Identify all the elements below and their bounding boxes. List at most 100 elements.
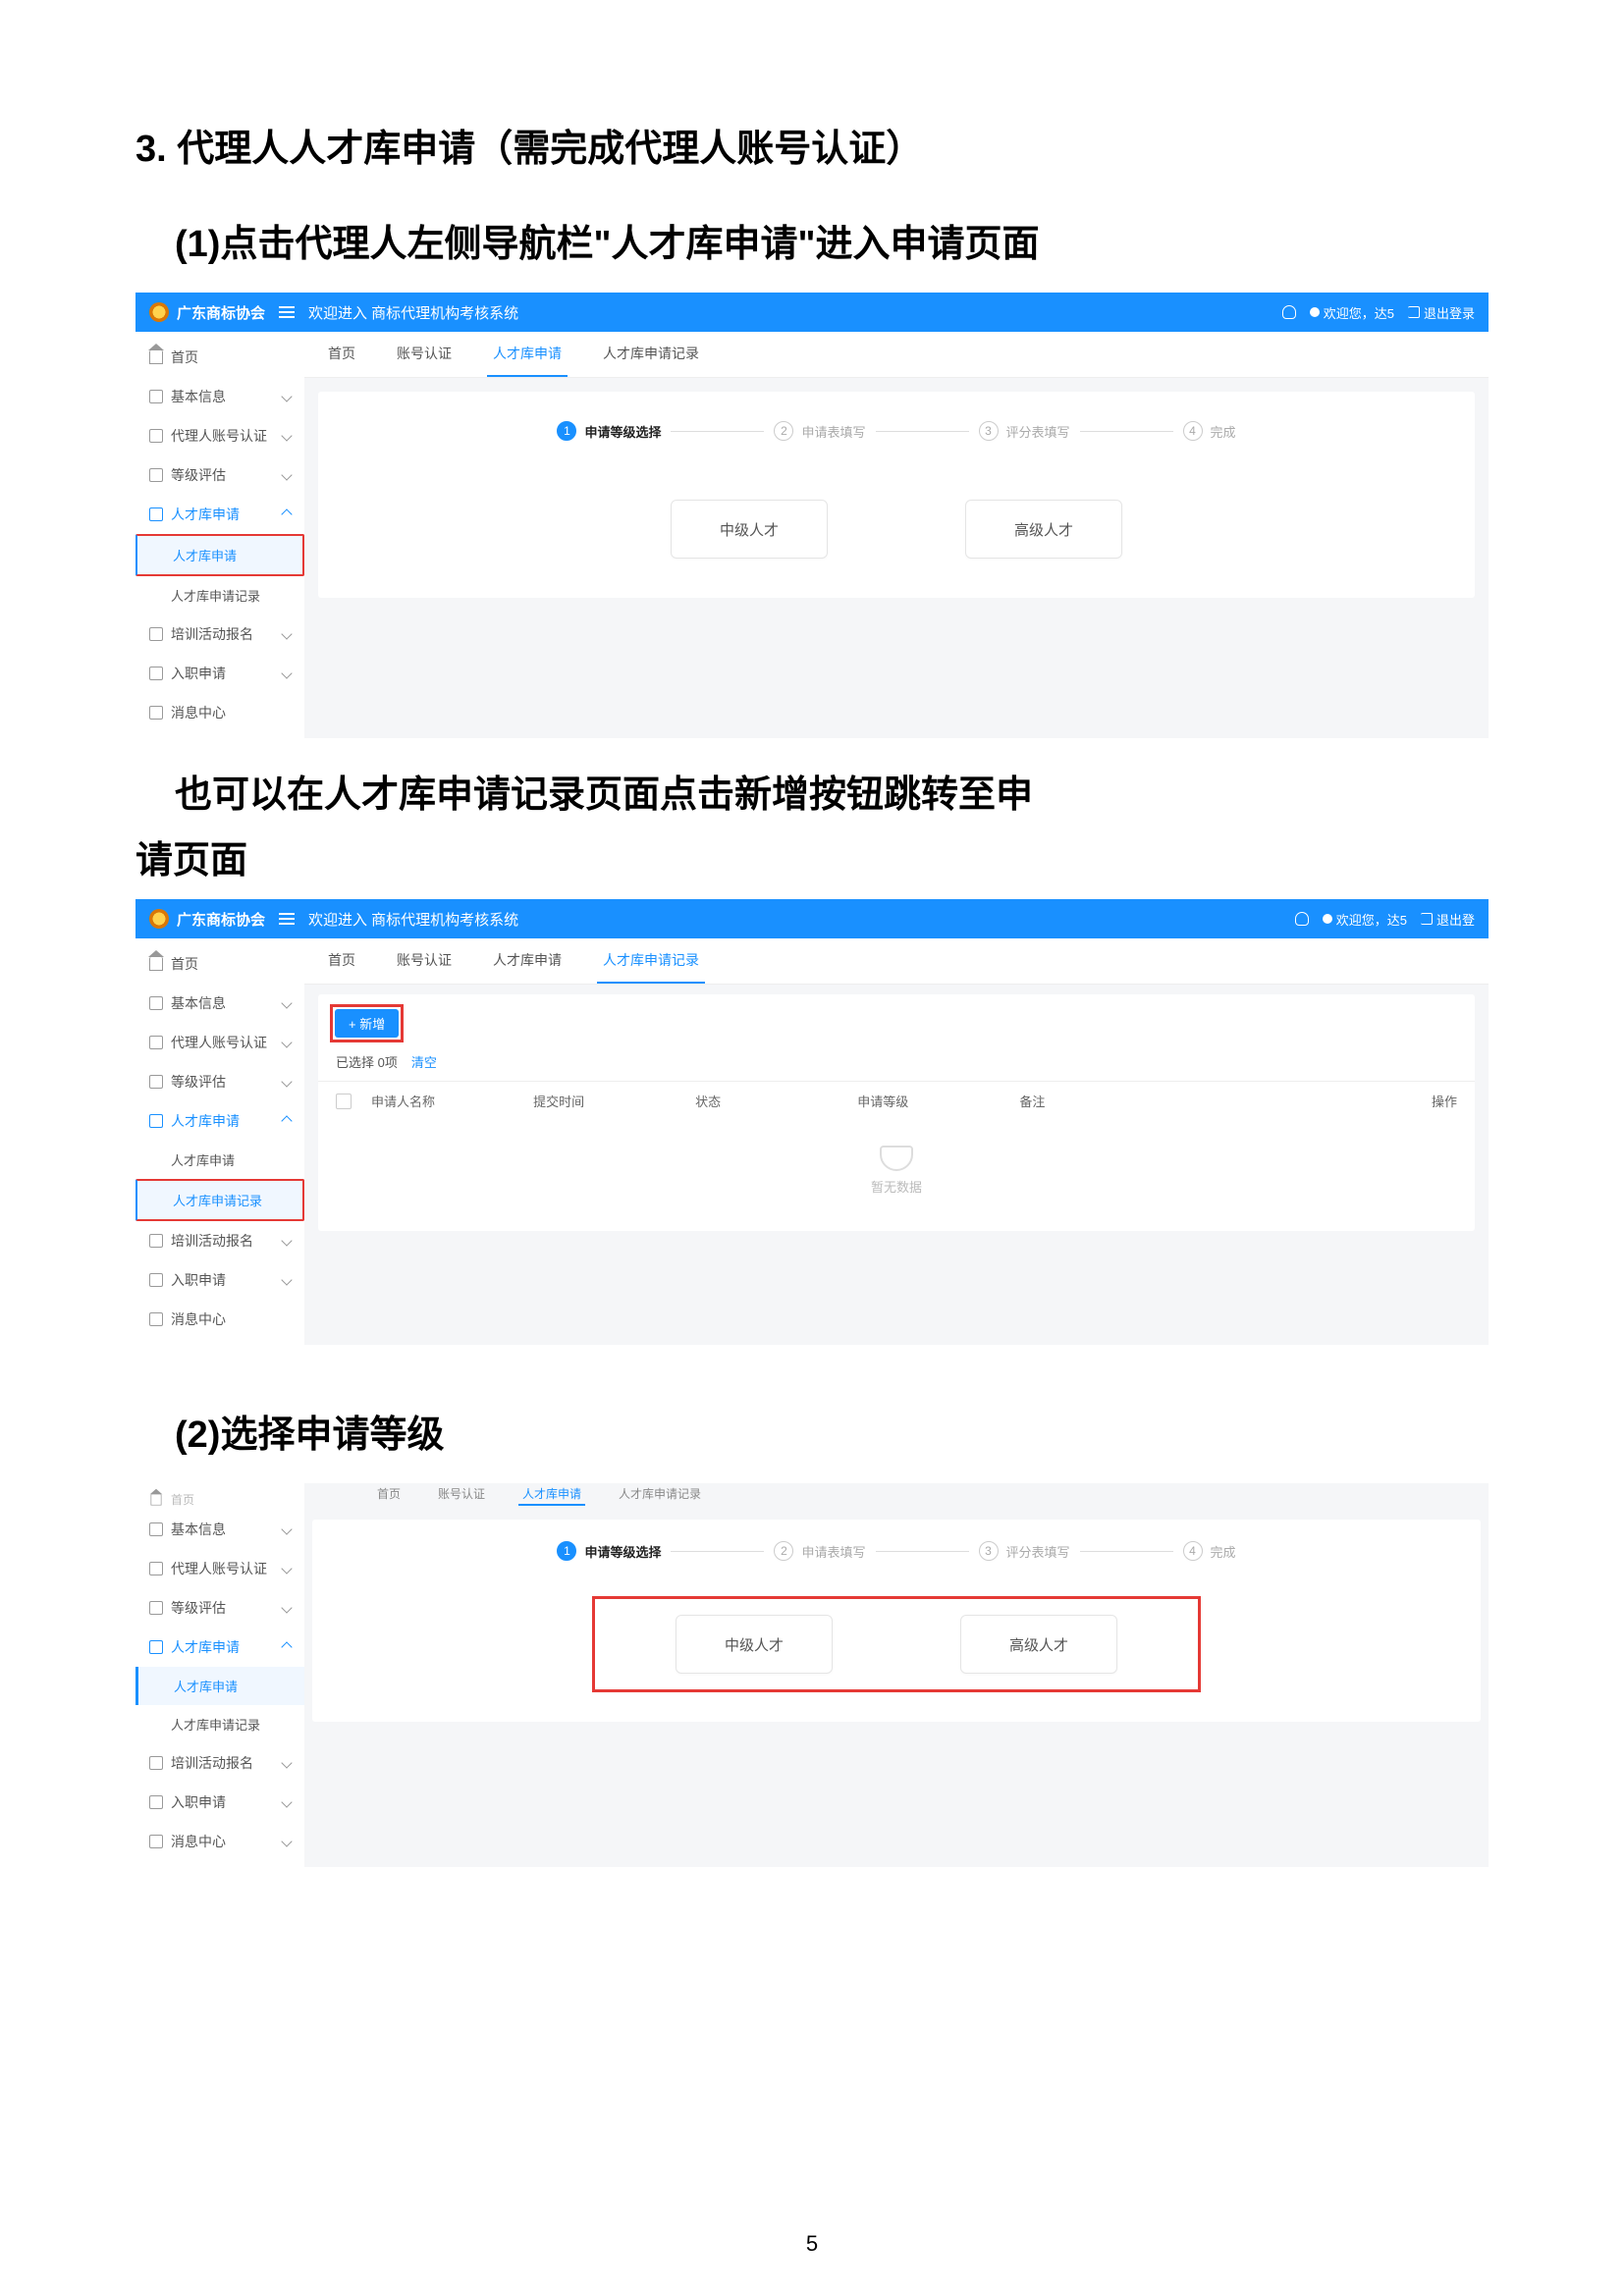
step-4: 4完成 — [1183, 1541, 1236, 1561]
screenshot-2: 广东商标协会 欢迎进入 商标代理机构考核系统 欢迎您，达5 退出登 首页 基本信… — [135, 899, 1489, 1345]
chevron-down-icon — [281, 1274, 292, 1285]
onboard-icon — [149, 667, 163, 680]
step-4: 4完成 — [1183, 421, 1236, 441]
sidebar-item-onboard[interactable]: 入职申请 — [135, 654, 304, 693]
tab-talent-records[interactable]: 人才库申请记录 — [615, 1483, 705, 1506]
sidebar-item-talent[interactable]: 人才库申请 — [135, 495, 304, 534]
tab-talent-apply[interactable]: 人才库申请 — [518, 1483, 585, 1506]
tab-home[interactable]: 首页 — [373, 1483, 405, 1506]
main-area: 首页 账号认证 人才库申请 人才库申请记录 1申请等级选择 2申请表填写 3评分… — [304, 332, 1489, 738]
training-icon — [149, 1756, 163, 1770]
brand-name: 广东商标协会 — [177, 909, 265, 930]
sidebar-item-training[interactable]: 培训活动报名 — [135, 1221, 304, 1260]
user-greeting: 欢迎您，达5 — [1310, 303, 1394, 322]
id-icon — [149, 1562, 163, 1575]
level-options: 中级人才 高级人才 — [328, 480, 1465, 578]
tab-home[interactable]: 首页 — [322, 332, 361, 377]
home-icon — [149, 350, 163, 364]
sidebar-item-messages[interactable]: 消息中心 — [135, 1300, 304, 1339]
step-connector — [1080, 1551, 1173, 1552]
col-status: 状态 — [695, 1092, 857, 1110]
chevron-down-icon — [281, 1602, 292, 1613]
sidebar-item-onboard[interactable]: 入职申请 — [135, 1783, 304, 1822]
message-icon — [149, 1835, 163, 1848]
badge-icon — [149, 468, 163, 482]
chevron-down-icon — [281, 1796, 292, 1807]
menu-toggle-icon[interactable] — [279, 913, 295, 925]
bell-icon[interactable] — [1282, 305, 1296, 319]
sidebar-item-auth[interactable]: 代理人账号认证 — [135, 416, 304, 455]
id-icon — [149, 1036, 163, 1049]
sidebar-sub-talent-apply[interactable]: 人才库申请 — [135, 1667, 304, 1705]
chevron-down-icon — [281, 1836, 292, 1846]
talent-icon — [149, 1640, 163, 1654]
sidebar-sub-talent-records[interactable]: 人才库申请记录 — [135, 1705, 304, 1743]
brand-logo-icon — [149, 909, 169, 929]
sidebar-item-home[interactable]: 首页 — [135, 1489, 304, 1510]
sidebar-sub-talent-records[interactable]: 人才库申请记录 — [135, 1179, 304, 1221]
selected-count: 已选择 0项 — [336, 1052, 398, 1071]
empty-text: 暂无数据 — [318, 1177, 1475, 1196]
sidebar-item-home[interactable]: 首页 — [135, 338, 304, 377]
select-all-checkbox[interactable] — [336, 1094, 352, 1109]
tab-home[interactable]: 首页 — [322, 938, 361, 984]
table-header: 申请人名称 提交时间 状态 申请等级 备注 操作 — [318, 1081, 1475, 1120]
option-high-level[interactable]: 高级人才 — [965, 500, 1122, 559]
app-topbar: 广东商标协会 欢迎进入 商标代理机构考核系统 欢迎您，达5 退出登 — [135, 899, 1489, 938]
sidebar-item-grade[interactable]: 等级评估 — [135, 1062, 304, 1101]
col-level: 申请等级 — [857, 1092, 1019, 1110]
sidebar-item-basic[interactable]: 基本信息 — [135, 377, 304, 416]
col-submit-time: 提交时间 — [533, 1092, 695, 1110]
sidebar-item-messages[interactable]: 消息中心 — [135, 693, 304, 732]
app-topbar: 广东商标协会 欢迎进入 商标代理机构考核系统 欢迎您，达5 退出登录 — [135, 293, 1489, 332]
sidebar-item-home[interactable]: 首页 — [135, 944, 304, 984]
col-remark: 备注 — [1019, 1092, 1343, 1110]
tab-auth[interactable]: 账号认证 — [434, 1483, 489, 1506]
chevron-down-icon — [281, 469, 292, 480]
sidebar-sub-talent-apply[interactable]: 人才库申请 — [135, 534, 304, 576]
brand-logo-icon — [149, 302, 169, 322]
tab-auth[interactable]: 账号认证 — [391, 938, 458, 984]
menu-toggle-icon[interactable] — [279, 306, 295, 318]
sidebar-sub-talent-apply[interactable]: 人才库申请 — [135, 1141, 304, 1179]
tab-talent-apply[interactable]: 人才库申请 — [487, 332, 568, 377]
tab-bar: 首页 账号认证 人才库申请 人才库申请记录 — [304, 1483, 1489, 1512]
tab-talent-records[interactable]: 人才库申请记录 — [597, 332, 705, 377]
sidebar-item-onboard[interactable]: 入职申请 — [135, 1260, 304, 1300]
option-high-level[interactable]: 高级人才 — [960, 1615, 1117, 1674]
new-record-button[interactable]: + 新增 — [335, 1009, 399, 1038]
option-mid-level[interactable]: 中级人才 — [671, 500, 828, 559]
sidebar-item-grade[interactable]: 等级评估 — [135, 1588, 304, 1628]
sidebar: 首页 基本信息 代理人账号认证 等级评估 人才库申请 人才库申请 人才库申请记录… — [135, 1483, 304, 1867]
step-1: 1申请等级选择 — [557, 421, 661, 441]
chevron-down-icon — [281, 1563, 292, 1574]
sidebar-item-talent[interactable]: 人才库申请 — [135, 1101, 304, 1141]
sidebar-item-grade[interactable]: 等级评估 — [135, 455, 304, 495]
sidebar-item-basic[interactable]: 基本信息 — [135, 1510, 304, 1549]
step-heading-1: (1)点击代理人左侧导航栏"人才库申请"进入申请页面 — [175, 213, 1489, 267]
screenshot-1: 广东商标协会 欢迎进入 商标代理机构考核系统 欢迎您，达5 退出登录 首页 基本… — [135, 293, 1489, 738]
avatar-icon — [1310, 307, 1320, 317]
chevron-down-icon — [281, 1037, 292, 1047]
badge-icon — [149, 1601, 163, 1615]
bell-icon[interactable] — [1295, 912, 1309, 926]
sidebar-item-auth[interactable]: 代理人账号认证 — [135, 1023, 304, 1062]
training-icon — [149, 1234, 163, 1248]
highlight-level-options: 中级人才 高级人才 — [592, 1596, 1201, 1692]
logout-link[interactable]: 退出登 — [1421, 910, 1475, 929]
tab-auth[interactable]: 账号认证 — [391, 332, 458, 377]
sidebar-item-training[interactable]: 培训活动报名 — [135, 614, 304, 654]
tab-talent-records[interactable]: 人才库申请记录 — [597, 938, 705, 984]
sidebar-item-messages[interactable]: 消息中心 — [135, 1822, 304, 1861]
sidebar-item-basic[interactable]: 基本信息 — [135, 984, 304, 1023]
sidebar-item-talent[interactable]: 人才库申请 — [135, 1628, 304, 1667]
step-1: 1申请等级选择 — [557, 1541, 661, 1561]
sidebar-sub-talent-records[interactable]: 人才库申请记录 — [135, 576, 304, 614]
tab-talent-apply[interactable]: 人才库申请 — [487, 938, 568, 984]
logout-link[interactable]: 退出登录 — [1408, 303, 1475, 322]
empty-icon — [880, 1146, 913, 1171]
option-mid-level[interactable]: 中级人才 — [676, 1615, 833, 1674]
clear-selection-link[interactable]: 清空 — [411, 1052, 437, 1071]
sidebar-item-auth[interactable]: 代理人账号认证 — [135, 1549, 304, 1588]
sidebar-item-training[interactable]: 培训活动报名 — [135, 1743, 304, 1783]
